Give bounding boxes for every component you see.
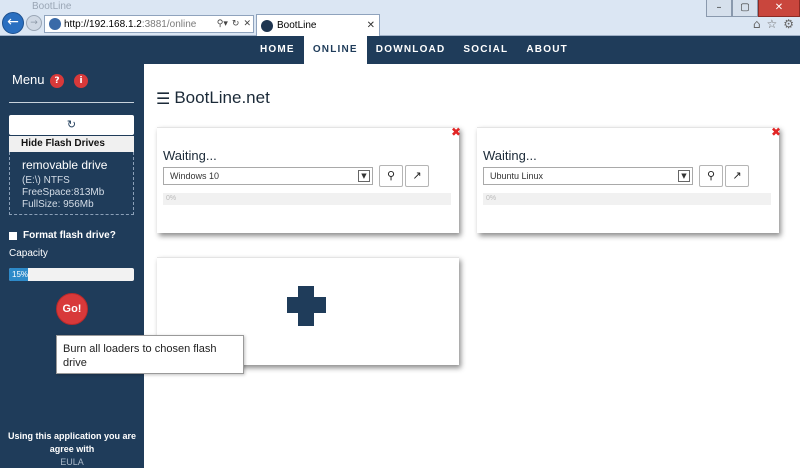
menu-label: Menu xyxy=(12,72,45,87)
open-external-button[interactable]: ↗ xyxy=(725,165,749,187)
search-icon: ⚲ xyxy=(386,169,396,182)
open-external-button[interactable]: ↗ xyxy=(405,165,429,187)
nav-online[interactable]: ONLINE xyxy=(303,36,367,64)
refresh-page-icon[interactable]: ↻ xyxy=(232,19,240,29)
page-title: ☰ BootLine.net xyxy=(156,88,270,108)
address-bar[interactable]: http://192.168.1.2:3881/online ⚲▾ ↻ ✕ xyxy=(44,15,254,33)
help-icon[interactable]: ? xyxy=(50,74,64,88)
card-progress-bar: 0% xyxy=(163,193,451,205)
os-select-value: Ubuntu Linux xyxy=(490,171,544,181)
external-link-icon: ↗ xyxy=(732,169,742,182)
close-window-icon[interactable]: ✕ xyxy=(758,0,800,17)
info-icon[interactable]: i xyxy=(74,74,88,88)
refresh-icon: ↻ xyxy=(66,118,77,131)
capacity-fill: 15% xyxy=(9,268,28,281)
loader-card: ✖ Waiting... Ubuntu Linux ▼ ⚲ ↗ 0% xyxy=(477,125,781,233)
nav-list: HOME ONLINE DOWNLOAD SOCIAL ABOUT xyxy=(251,36,577,64)
format-checkbox[interactable] xyxy=(9,231,17,240)
hide-flash-drives-button[interactable]: Hide Flash Drives xyxy=(9,136,134,152)
search-button[interactable]: ⚲ xyxy=(379,165,403,187)
go-tooltip: Burn all loaders to chosen flash drive xyxy=(56,335,244,374)
home-icon[interactable]: ⌂ xyxy=(753,17,761,31)
page-title-text: BootLine.net xyxy=(174,88,270,107)
remove-card-icon[interactable]: ✖ xyxy=(451,125,461,139)
card-status: Waiting... xyxy=(163,148,217,163)
browser-chrome: BootLine – ▢ ✕ ← → http://192.168.1.2:38… xyxy=(0,0,800,36)
plus-icon-bar xyxy=(287,297,326,313)
maximize-icon[interactable]: ▢ xyxy=(732,0,758,17)
go-button[interactable]: Go! xyxy=(56,293,88,325)
card-status: Waiting... xyxy=(483,148,537,163)
search-button[interactable]: ⚲ xyxy=(699,165,723,187)
back-arrow-icon[interactable]: ← xyxy=(2,12,24,34)
os-select[interactable]: Ubuntu Linux ▼ xyxy=(483,167,693,185)
active-tab[interactable]: BootLine ✕ xyxy=(256,14,380,36)
format-option: Format flash drive? xyxy=(9,230,116,241)
loader-card: ✖ Waiting... Windows 10 ▼ ⚲ ↗ 0% xyxy=(157,125,461,233)
remove-card-icon[interactable]: ✖ xyxy=(771,125,781,139)
format-label: Format flash drive? xyxy=(23,230,116,241)
nav-home[interactable]: HOME xyxy=(251,36,304,64)
nav-download[interactable]: DOWNLOAD xyxy=(367,36,455,64)
chevron-down-icon: ▼ xyxy=(678,170,690,182)
minimize-icon[interactable]: – xyxy=(706,0,732,17)
sidebar-divider xyxy=(9,102,134,103)
sidebar: Menu ? i ↻ Hide Flash Drives removable d… xyxy=(0,64,144,468)
eula-link[interactable]: EULA xyxy=(60,457,84,467)
stop-icon[interactable]: ✕ xyxy=(243,19,251,29)
window-controls: – ▢ ✕ xyxy=(706,0,800,17)
search-dropdown-icon[interactable]: ⚲▾ xyxy=(217,19,228,29)
eula-text: Using this application you are agree wit… xyxy=(7,431,137,454)
drive-full-size: FullSize: 956Mb xyxy=(22,199,94,210)
external-link-icon: ↗ xyxy=(412,169,422,182)
drive-filesystem: (E:\) NTFS xyxy=(22,175,70,186)
background-tab[interactable]: BootLine xyxy=(18,0,178,14)
tab-title: BootLine xyxy=(277,20,317,31)
nav-social[interactable]: SOCIAL xyxy=(454,36,517,64)
search-icon: ⚲ xyxy=(706,169,716,182)
os-select[interactable]: Windows 10 ▼ xyxy=(163,167,373,185)
address-url: http://192.168.1.2:3881/online xyxy=(64,18,197,30)
eula-note: Using this application you are agree wit… xyxy=(0,430,144,469)
drive-list-item[interactable]: removable drive (E:\) NTFS FreeSpace:813… xyxy=(9,152,134,215)
nav-about[interactable]: ABOUT xyxy=(517,36,577,64)
capacity-bar: 15% xyxy=(9,268,134,281)
refresh-drives-button[interactable]: ↻ xyxy=(9,115,134,135)
card-progress-bar: 0% xyxy=(483,193,771,205)
bootline-favicon-icon xyxy=(261,19,273,32)
site-globe-icon xyxy=(49,18,61,30)
hamburger-menu-icon[interactable]: ☰ xyxy=(156,89,170,108)
capacity-label: Capacity xyxy=(9,248,48,259)
menu-title: Menu ? i xyxy=(12,72,88,88)
top-navigation: HOME ONLINE DOWNLOAD SOCIAL ABOUT xyxy=(0,36,800,64)
chevron-down-icon: ▼ xyxy=(358,170,370,182)
browser-tools: ⌂ ☆ ⚙ xyxy=(753,17,794,31)
drive-free-space: FreeSpace:813Mb xyxy=(22,187,105,198)
drive-title: removable drive xyxy=(22,158,108,172)
favorites-star-icon[interactable]: ☆ xyxy=(766,17,777,31)
settings-gear-icon[interactable]: ⚙ xyxy=(783,17,794,31)
close-tab-icon[interactable]: ✕ xyxy=(367,20,375,31)
forward-arrow-icon[interactable]: → xyxy=(26,15,42,31)
os-select-value: Windows 10 xyxy=(170,171,220,181)
